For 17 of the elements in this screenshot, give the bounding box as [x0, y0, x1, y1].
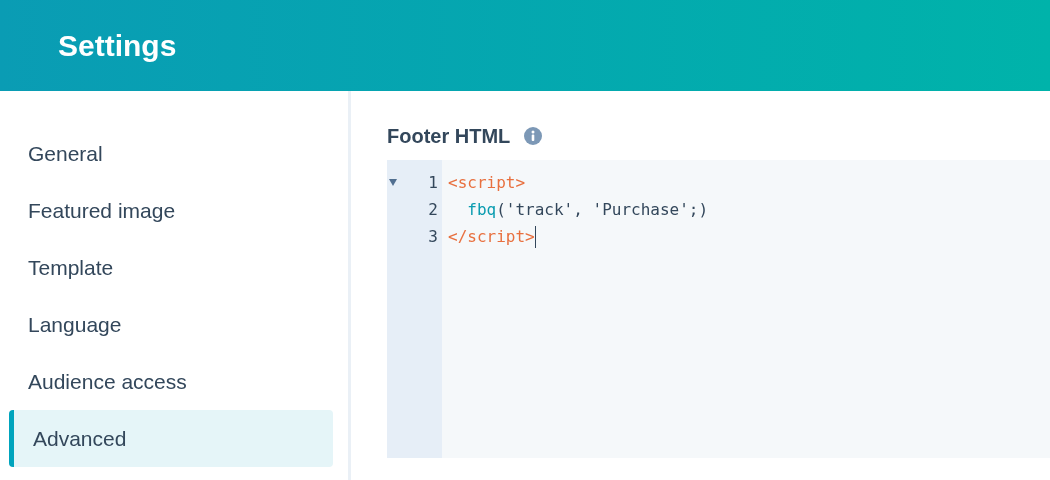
sidebar-item[interactable]: Template: [9, 239, 333, 296]
line-number: 2: [428, 198, 438, 221]
sidebar-item[interactable]: Advanced: [9, 410, 333, 467]
line-number: 3: [428, 225, 438, 248]
sidebar-item[interactable]: Language: [9, 296, 333, 353]
fold-caret-icon[interactable]: [389, 179, 397, 186]
sidebar-item[interactable]: Audience access: [9, 353, 333, 410]
code-editor[interactable]: 1 2 3 <script> fbq('track', 'Purchase';) </script>: [387, 160, 1050, 458]
sidebar-item[interactable]: Featured image: [9, 182, 333, 239]
info-icon[interactable]: [524, 127, 543, 145]
code-line: fbq('track', 'Purchase';): [466, 198, 709, 221]
line-number: 1: [428, 171, 438, 194]
sidebar-item[interactable]: General: [9, 125, 333, 182]
code-line: <script>: [448, 171, 526, 194]
page-title: Settings: [58, 28, 177, 64]
code-line: </script>: [448, 225, 535, 248]
field-label: Footer HTML: [387, 124, 511, 149]
